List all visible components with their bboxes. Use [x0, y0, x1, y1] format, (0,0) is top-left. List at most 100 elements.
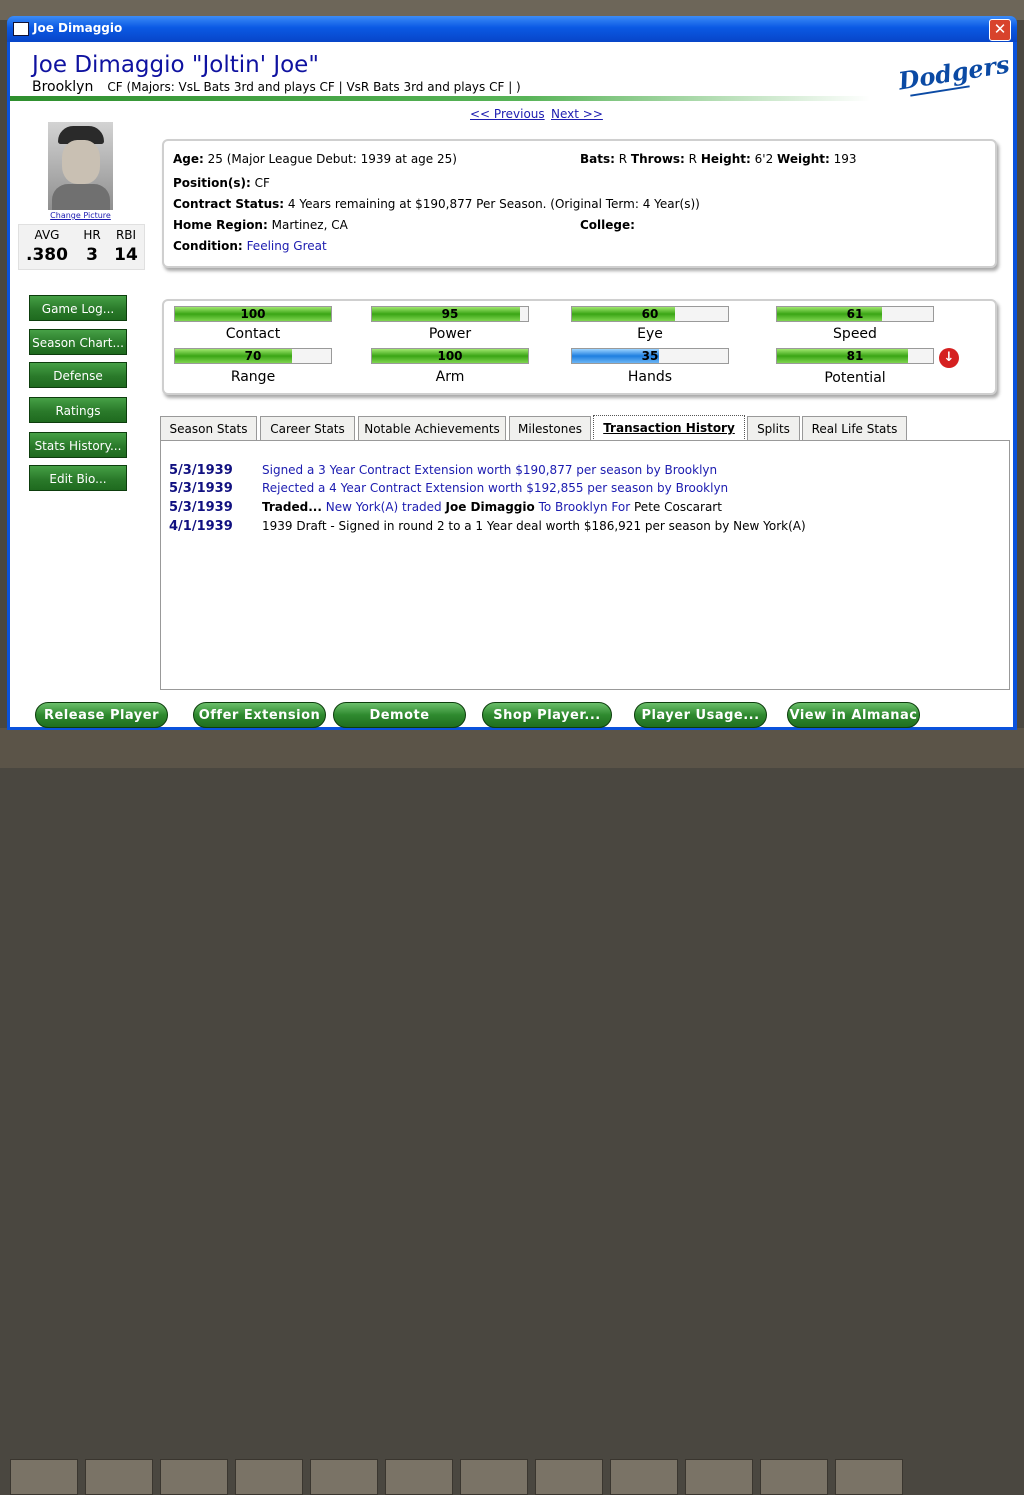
window-title: Joe Dimaggio [33, 21, 123, 35]
trade-to-team[interactable]: To Brooklyn For [539, 500, 631, 514]
speed-rating-label: Speed [833, 326, 877, 342]
contract-value: 4 Years remaining at $190,877 Per Season… [287, 197, 700, 211]
contract-row: Contract Status: 4 Years remaining at $1… [173, 197, 700, 211]
condition-row: Condition: Feeling Great [173, 239, 327, 253]
arm-rating-bar: 100 [371, 348, 529, 364]
hands-rating-value: 35 [641, 349, 659, 363]
position-line: CF (Majors: VsL Bats 3rd and plays CF | … [107, 80, 521, 94]
arrow-down-icon: ↓ [939, 348, 959, 368]
speed-rating-value: 61 [846, 307, 864, 321]
positions-value: CF [254, 176, 270, 190]
transaction-date: 5/3/1939 [169, 463, 233, 478]
transaction-date: 5/3/1939 [169, 481, 233, 496]
background-thumbnail [310, 1459, 378, 1495]
transaction-date: 4/1/1939 [169, 519, 233, 534]
background-thumbnail [535, 1459, 603, 1495]
age-row: Age: 25 (Major League Debut: 1939 at age… [173, 152, 457, 166]
positions-label: Position(s): [173, 176, 251, 190]
background-thumbnail [85, 1459, 153, 1495]
contact-rating-label: Contact [225, 326, 281, 342]
bats-label: Bats: [580, 152, 615, 166]
physical-row: Bats: R Throws: R Height: 6'2 Weight: 19… [580, 152, 857, 166]
power-rating-bar: 95 [371, 306, 529, 322]
arm-rating-label: Arm [435, 369, 465, 385]
demote-button[interactable]: Demote [333, 702, 466, 728]
age-value: 25 (Major League Debut: 1939 at age 25) [207, 152, 457, 166]
shop-player-button[interactable]: Shop Player... [482, 702, 612, 728]
title-bar[interactable]: Joe Dimaggio ✕ [7, 16, 1017, 42]
tab-season-stats[interactable]: Season Stats [160, 416, 257, 440]
arm-rating-value: 100 [437, 349, 463, 363]
power-rating-value: 95 [441, 307, 459, 321]
transaction-text: Traded... New York(A) traded Joe Dimaggi… [262, 500, 722, 514]
offer-extension-button[interactable]: Offer Extension [193, 702, 326, 728]
tab-transaction-history[interactable]: Transaction History [593, 415, 745, 441]
background-icon-strip [0, 728, 1024, 1495]
header-divider [10, 96, 870, 101]
condition-value[interactable]: Feeling Great [247, 239, 327, 253]
potential-rating-label: Potential [824, 370, 886, 386]
age-label: Age: [173, 152, 204, 166]
tab-real-life-stats[interactable]: Real Life Stats [802, 416, 907, 440]
trade-player[interactable]: Joe Dimaggio [446, 500, 535, 514]
player-usage-button[interactable]: Player Usage... [634, 702, 767, 728]
college-label: College: [580, 218, 635, 232]
tab-notable-achievements[interactable]: Notable Achievements [358, 416, 506, 440]
trade-prefix: Traded... [262, 500, 322, 514]
trade-for-player[interactable]: Pete Coscarart [634, 500, 722, 514]
hands-rating-bar: 35 [571, 348, 729, 364]
potential-rating-value: 81 [846, 349, 864, 363]
tab-milestones[interactable]: Milestones [509, 416, 591, 440]
stats-history-button[interactable]: Stats History... [29, 432, 127, 458]
player-photo [48, 122, 113, 210]
background-thumbnail [835, 1459, 903, 1495]
hr-stat: HR 3 [77, 225, 107, 265]
transaction-text[interactable]: Rejected a 4 Year Contract Extension wor… [262, 481, 728, 495]
team-line: Brooklyn CF (Majors: VsL Bats 3rd and pla… [32, 79, 521, 95]
next-link[interactable]: Next >> [551, 107, 603, 121]
contract-label: Contract Status: [173, 197, 285, 211]
hr-value: 3 [86, 245, 98, 265]
throws-value: R [688, 152, 698, 166]
player-name: Joe Dimaggio "Joltin' Joe" [32, 52, 319, 78]
avg-label: AVG [34, 228, 60, 242]
rbi-stat: RBI 14 [109, 225, 143, 265]
transaction-date: 5/3/1939 [169, 500, 233, 515]
speed-rating-bar: 61 [776, 306, 934, 322]
defense-chart-button[interactable]: Defense Chart... [29, 362, 127, 409]
release-player-button[interactable]: Release Player [35, 702, 168, 728]
close-button[interactable]: ✕ [989, 19, 1011, 41]
previous-link[interactable]: << Previous [470, 107, 545, 121]
trade-from-team[interactable]: New York(A) traded [326, 500, 442, 514]
range-rating-bar: 70 [174, 348, 332, 364]
condition-label: Condition: [173, 239, 243, 253]
throws-label: Throws: [630, 152, 685, 166]
background-thumbnail [685, 1459, 753, 1495]
view-in-almanac-button[interactable]: View in Almanac [787, 702, 920, 728]
background-thumbnail [235, 1459, 303, 1495]
photo-torso [52, 184, 110, 210]
rbi-label: RBI [115, 228, 137, 242]
eye-rating-value: 60 [641, 307, 659, 321]
background-thumbnail [160, 1459, 228, 1495]
season-chart-button[interactable]: Season Chart... [29, 329, 127, 355]
transaction-text[interactable]: Signed a 3 Year Contract Extension worth… [262, 463, 717, 477]
tab-splits[interactable]: Splits [747, 416, 800, 440]
change-picture-link[interactable]: Change Picture [48, 211, 113, 220]
transaction-history-panel: 5/3/1939 Signed a 3 Year Contract Extens… [160, 440, 1010, 690]
tab-career-stats[interactable]: Career Stats [260, 416, 355, 440]
contact-rating-bar: 100 [174, 306, 332, 322]
ratings-history-button[interactable]: Ratings History... [29, 397, 127, 444]
photo-face [62, 140, 100, 184]
edit-bio-button[interactable]: Edit Bio... [29, 465, 127, 491]
height-label: Height: [700, 152, 751, 166]
eye-rating-label: Eye [637, 326, 663, 342]
college-row: College: [580, 218, 635, 232]
bats-value: R [618, 152, 628, 166]
contact-rating-value: 100 [240, 307, 266, 321]
window-icon [13, 22, 29, 36]
region-label: Home Region: [173, 218, 268, 232]
game-log-button[interactable]: Game Log... [29, 295, 127, 321]
window-client-area: Joe Dimaggio "Joltin' Joe" Brooklyn CF (M… [10, 42, 1013, 728]
region-row: Home Region: Martinez, CA [173, 218, 348, 232]
